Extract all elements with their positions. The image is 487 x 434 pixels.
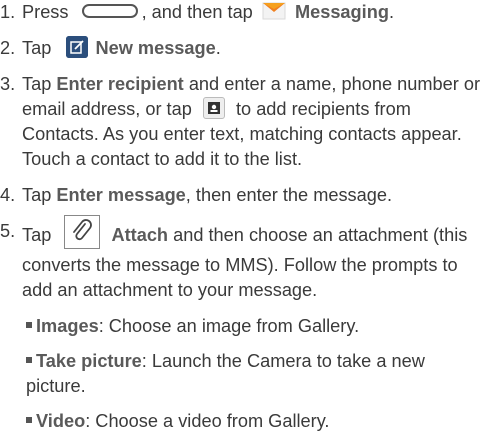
step-post: . [388, 2, 394, 22]
contacts-icon [202, 97, 225, 120]
step-pre: Tap [22, 185, 52, 205]
home-key-icon [81, 4, 138, 19]
step-pre: Press [22, 2, 69, 22]
step-text: Tap Enter message, then enter the messag… [20, 183, 487, 208]
list-item: Take picture: Launch the Camera to take … [26, 349, 487, 399]
step-3: 3. Tap Enter recipient and enter a name,… [0, 72, 487, 172]
bullet-icon [26, 357, 32, 364]
list-item: Images: Choose an image from Gallery. [26, 314, 487, 339]
step-text: Tap Attach and then choose an attachment… [20, 215, 487, 303]
bullet-icon [26, 417, 32, 424]
enter-message-label: Enter message [56, 185, 186, 205]
step-text: Tap Enter recipient and enter a name, ph… [20, 72, 487, 172]
messaging-envelope-icon [262, 1, 286, 21]
step-number: 3. [0, 74, 16, 94]
step-5: 5. Tap Attach and then choose an attachm… [0, 215, 487, 303]
list-item: Video: Choose a video from Gallery. [26, 409, 487, 434]
bullet-text: : Choose an image from Gallery. [98, 316, 360, 336]
step-post: , then enter the message. [185, 185, 393, 205]
new-message-icon [66, 36, 89, 59]
step-2: 2. Tap New message. [0, 36, 487, 61]
step-pre: Tap [22, 74, 52, 94]
step-1: 1. Press , and then tap Messaging. [0, 0, 487, 25]
attach-label: Attach [111, 224, 169, 245]
bullet-text: : Choose a video from Gallery. [85, 411, 330, 431]
step-text: Tap New message. [20, 36, 487, 61]
step-text: Press , and then tap Messaging. [20, 0, 487, 25]
step-4: 4. Tap Enter message, then enter the mes… [0, 183, 487, 208]
step-number: 4. [0, 185, 16, 205]
step-pre: Tap [22, 38, 52, 58]
step-mid: , and then tap [141, 2, 253, 22]
paperclip-icon [64, 215, 101, 249]
bullet-label: Images [36, 316, 99, 336]
bullet-label: Video [36, 411, 86, 431]
enter-recipient-label: Enter recipient [56, 74, 184, 94]
instructions: 1. Press , and then tap Messaging. 2. Ta… [0, 0, 487, 434]
step-pre: Tap [22, 224, 52, 245]
step-post: . [215, 38, 221, 58]
messaging-label: Messaging [294, 2, 389, 22]
step-number: 5. [0, 221, 16, 241]
step-number: 2. [0, 38, 16, 58]
bullet-icon [26, 322, 32, 329]
bullet-label: Take picture [36, 351, 142, 371]
step-number: 1. [0, 2, 16, 22]
new-message-label: New message [95, 38, 216, 58]
